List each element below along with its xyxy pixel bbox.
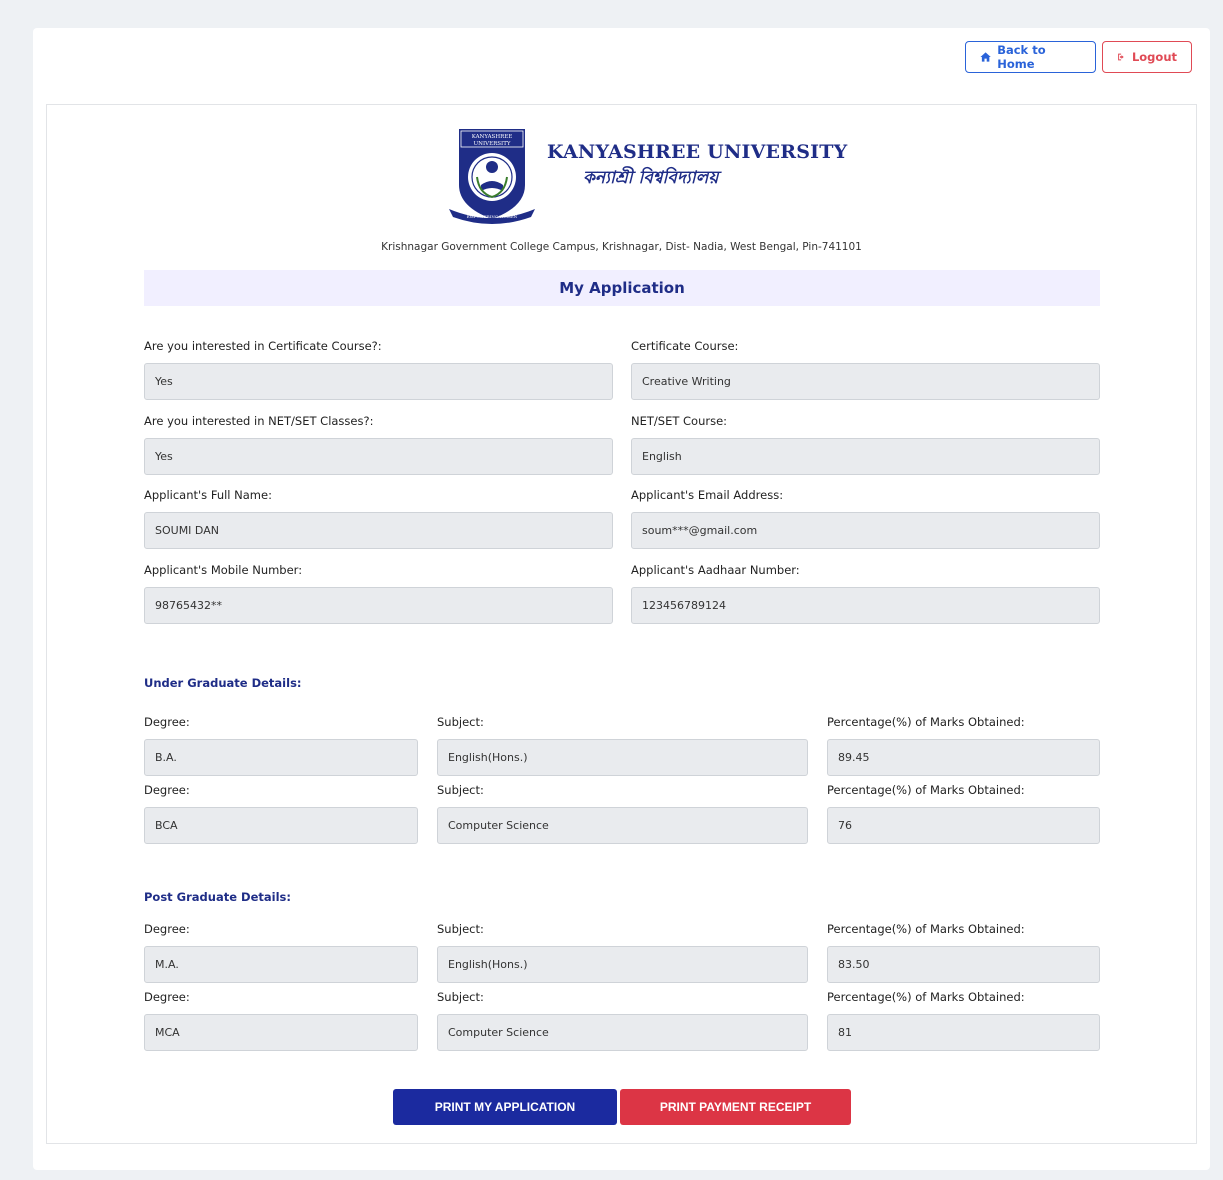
logout-label: Logout (1131, 50, 1177, 64)
cert-interest-label: Are you interested in Certificate Course… (144, 339, 382, 353)
pg-percent-label: Percentage(%) of Marks Obtained: (827, 922, 1025, 936)
netset-course-label: NET/SET Course: (631, 414, 728, 428)
application-form: KANYASHREE UNIVERSITY EMPOWERING WOMEN K… (46, 104, 1197, 1144)
email-label: Applicant's Email Address: (631, 488, 784, 502)
university-name-english: KANYASHREE UNIVERSITY (547, 141, 848, 163)
pg-subject-label: Subject: (437, 922, 484, 936)
ug-degree-label: Degree: (144, 715, 190, 729)
ug-percent-field[interactable]: 89.45 (827, 739, 1100, 776)
ug-degree-field[interactable]: BCA (144, 807, 418, 844)
full-name-field[interactable]: SOUMI DAN (144, 512, 613, 549)
mobile-field[interactable]: 98765432** (144, 587, 613, 624)
pg-degree-field[interactable]: MCA (144, 1014, 418, 1051)
pg-degree-label: Degree: (144, 922, 190, 936)
print-application-button[interactable]: PRINT MY APPLICATION (393, 1089, 617, 1125)
back-to-home-button[interactable]: Back to Home (965, 41, 1096, 73)
pg-percent-label: Percentage(%) of Marks Obtained: (827, 990, 1025, 1004)
netset-interest-label: Are you interested in NET/SET Classes?: (144, 414, 374, 428)
ug-degree-label: Degree: (144, 783, 190, 797)
home-icon (980, 52, 991, 62)
page-title: My Application (144, 270, 1100, 306)
university-address: Krishnagar Government College Campus, Kr… (381, 241, 862, 253)
application-card: Back to Home Logout KANYASHREE UNIVERSIT… (33, 28, 1210, 1170)
aadhaar-field[interactable]: 123456789124 (631, 587, 1100, 624)
ug-section-title: Under Graduate Details: (144, 676, 302, 690)
pg-degree-field[interactable]: M.A. (144, 946, 418, 983)
logo-top-text-line1: KANYASHREE (472, 134, 513, 140)
pg-percent-field[interactable]: 83.50 (827, 946, 1100, 983)
logout-icon (1118, 53, 1124, 61)
aadhaar-label: Applicant's Aadhaar Number: (631, 563, 800, 577)
ug-percent-label: Percentage(%) of Marks Obtained: (827, 783, 1025, 797)
ug-subject-label: Subject: (437, 715, 484, 729)
mobile-label: Applicant's Mobile Number: (144, 563, 303, 577)
netset-interest-field[interactable]: Yes (144, 438, 613, 475)
university-name-block: KANYASHREE UNIVERSITY কন্যাশ্রী বিশ্ববিদ… (547, 141, 847, 193)
pg-degree-label: Degree: (144, 990, 190, 1004)
university-logo: KANYASHREE UNIVERSITY EMPOWERING WOMEN (449, 129, 535, 224)
print-payment-receipt-button[interactable]: PRINT PAYMENT RECEIPT (620, 1089, 851, 1125)
logo-ribbon-text: EMPOWERING WOMEN (467, 214, 518, 219)
pg-percent-field[interactable]: 81 (827, 1014, 1100, 1051)
pg-subject-field[interactable]: English(Hons.) (437, 946, 808, 983)
ug-subject-field[interactable]: English(Hons.) (437, 739, 808, 776)
cert-course-label: Certificate Course: (631, 339, 739, 353)
ug-subject-field[interactable]: Computer Science (437, 807, 808, 844)
cert-interest-field[interactable]: Yes (144, 363, 613, 400)
logo-top-text-line2: UNIVERSITY (474, 141, 511, 147)
email-field[interactable]: soum***@gmail.com (631, 512, 1100, 549)
university-name-bengali: কন্যাশ্রী বিশ্ববিদ্যালয় (583, 168, 719, 188)
ug-degree-field[interactable]: B.A. (144, 739, 418, 776)
netset-course-field[interactable]: English (631, 438, 1100, 475)
ug-percent-field[interactable]: 76 (827, 807, 1100, 844)
full-name-label: Applicant's Full Name: (144, 488, 272, 502)
ug-subject-label: Subject: (437, 783, 484, 797)
pg-subject-field[interactable]: Computer Science (437, 1014, 808, 1051)
top-actions: Back to Home Logout (965, 41, 1192, 73)
university-header: KANYASHREE UNIVERSITY EMPOWERING WOMEN K… (441, 127, 847, 225)
ug-percent-label: Percentage(%) of Marks Obtained: (827, 715, 1025, 729)
cert-course-field[interactable]: Creative Writing (631, 363, 1100, 400)
back-to-home-label: Back to Home (997, 43, 1046, 71)
pg-section-title: Post Graduate Details: (144, 890, 291, 904)
logout-button[interactable]: Logout (1102, 41, 1192, 73)
pg-subject-label: Subject: (437, 990, 484, 1004)
